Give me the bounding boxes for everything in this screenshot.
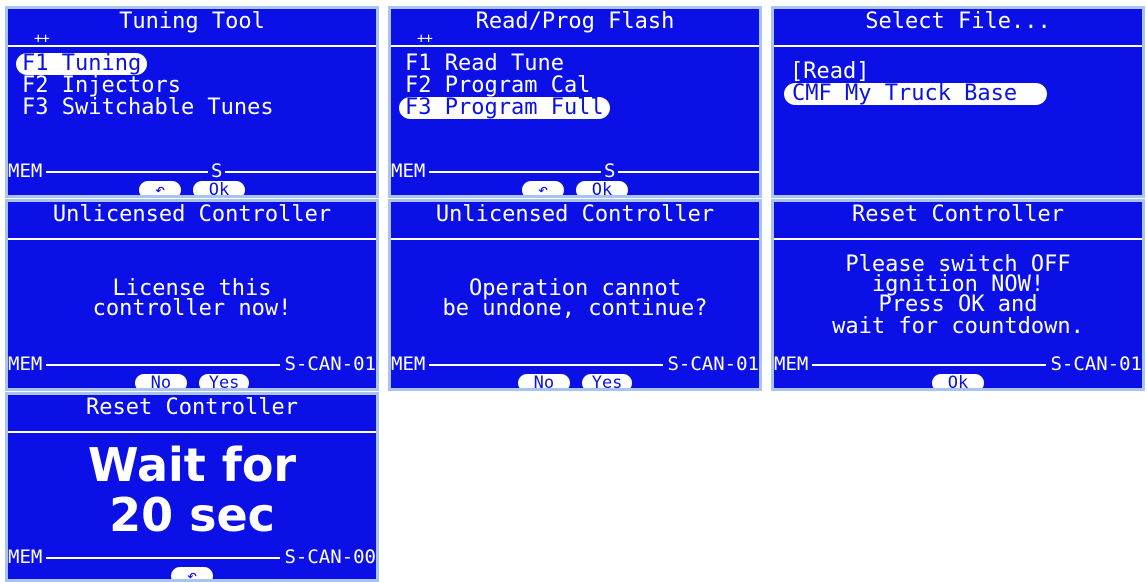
status-mode: S [601, 161, 619, 181]
status-mem: MEM [391, 161, 430, 181]
softkey-bar: Ok [774, 374, 1142, 388]
file-list: [Read] CMF My Truck Base [784, 61, 1048, 105]
ok-button[interactable]: Ok [192, 181, 246, 195]
status-can: S-CAN-01 [663, 354, 759, 374]
status-bar: MEM S-CAN-00 [8, 547, 376, 567]
status-bar: MEM S [8, 161, 376, 181]
title-divider [8, 45, 376, 47]
status-mem: MEM [8, 547, 47, 567]
status-bar: MEM S [391, 161, 759, 181]
panel-title: Reset Controller [86, 395, 298, 420]
arrow-marker-icon: ++ [34, 31, 50, 47]
status-bar: MEM S-CAN-01 [391, 354, 759, 374]
panel-title: Read/Prog Flash [475, 9, 675, 34]
status-mem: MEM [774, 354, 813, 374]
title-divider [774, 45, 1142, 47]
message-line: Press OK and [878, 292, 1038, 317]
panel-reset-countdown: Reset Controller Wait for 20 sec MEM S-C… [5, 392, 379, 582]
panel-unlicensed-license: Unlicensed Controller License this contr… [5, 199, 379, 391]
menu-item-program-full[interactable]: F3 Program Full [399, 97, 610, 119]
status-bar: MEM S-CAN-01 [774, 354, 1142, 374]
status-can: S-CAN-00 [280, 547, 376, 567]
back-button[interactable]: ↶ [521, 181, 565, 195]
panel-title: Unlicensed Controller [52, 202, 332, 227]
status-can: S-CAN-01 [280, 354, 376, 374]
message-line: wait for countdown. [832, 314, 1084, 339]
panel-title: Select File... [865, 9, 1051, 34]
title-divider [8, 238, 376, 240]
status-mem: MEM [8, 354, 47, 374]
file-item-cmf-my-truck-base[interactable]: CMF My Truck Base [784, 83, 1048, 105]
menu-list: F1 Read Tune F2 Program Cal F3 Program F… [399, 53, 610, 119]
status-line [8, 171, 376, 173]
menu-item-tuning[interactable]: F1 Tuning [16, 53, 148, 75]
no-button[interactable]: No [517, 374, 571, 388]
menu-item-program-cal[interactable]: F2 Program Cal [399, 75, 610, 97]
panel-title: Reset Controller [852, 202, 1064, 227]
panel-select-file: Select File... [Read] CMF My Truck Base [771, 6, 1145, 198]
status-mem: MEM [8, 161, 47, 181]
countdown-label: Wait for [87, 438, 297, 492]
title-divider [8, 431, 376, 433]
status-mode: S [208, 161, 226, 181]
status-line [391, 171, 759, 173]
panel-unlicensed-confirm: Unlicensed Controller Operation cannot b… [388, 199, 762, 391]
ok-button[interactable]: Ok [575, 181, 629, 195]
status-can: S-CAN-01 [1046, 354, 1142, 374]
panel-title: Unlicensed Controller [435, 202, 715, 227]
no-button[interactable]: No [134, 374, 188, 388]
softkey-bar: ↶ Ok [8, 181, 376, 195]
menu-item-switchable-tunes[interactable]: F3 Switchable Tunes [16, 97, 280, 119]
menu-list: F1 Tuning F2 Injectors F3 Switchable Tun… [16, 53, 280, 119]
title-divider [391, 238, 759, 240]
title-divider [774, 238, 1142, 240]
panel-read-prog-flash: Read/Prog Flash ++ F1 Read Tune F2 Progr… [388, 6, 762, 198]
file-item-read[interactable]: [Read] [784, 61, 1047, 83]
ok-button[interactable]: Ok [931, 374, 985, 388]
yes-button[interactable]: Yes [581, 374, 633, 388]
menu-item-read-tune[interactable]: F1 Read Tune [399, 53, 610, 75]
softkey-bar: No Yes [8, 374, 376, 388]
message-line: be undone, continue? [442, 296, 708, 321]
panel-reset-instructions: Reset Controller Please switch OFF ignit… [771, 199, 1145, 391]
title-divider [391, 45, 759, 47]
message-line: controller now! [92, 296, 292, 321]
status-mem: MEM [391, 354, 430, 374]
arrow-marker-icon: ++ [417, 31, 433, 47]
panel-tuning-tool: Tuning Tool ++ F1 Tuning F2 Injectors F3… [5, 6, 379, 198]
countdown-value: 20 sec [109, 488, 275, 542]
panel-title: Tuning Tool [119, 9, 265, 34]
menu-item-injectors[interactable]: F2 Injectors [16, 75, 280, 97]
softkey-bar: ↶ Ok [391, 181, 759, 195]
softkey-bar: No Yes [391, 374, 759, 388]
status-bar: MEM S-CAN-01 [8, 354, 376, 374]
yes-button[interactable]: Yes [198, 374, 250, 388]
back-button[interactable]: ↶ [138, 181, 182, 195]
